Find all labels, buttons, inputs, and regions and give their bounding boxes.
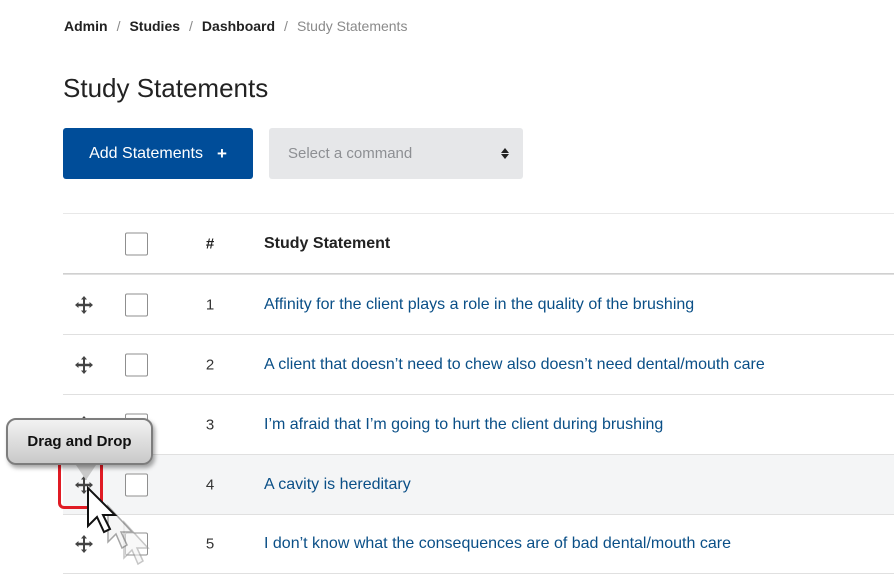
select-all-checkbox[interactable] — [125, 232, 148, 255]
add-statements-button[interactable]: Add Statements + — [63, 128, 253, 179]
table-row: 3 I’m afraid that I’m going to hurt the … — [63, 394, 894, 454]
plus-icon: + — [216, 143, 227, 163]
breadcrumb-admin[interactable]: Admin — [64, 18, 108, 34]
statements-table: # Study Statement 1 Affinity for the cli… — [63, 213, 894, 574]
select-caret-icon — [501, 148, 509, 159]
breadcrumb-studies[interactable]: Studies — [129, 18, 180, 34]
table-row: 1 Affinity for the client plays a role i… — [63, 274, 894, 334]
table-header-row: # Study Statement — [63, 213, 894, 274]
pointer-cursor-icon — [87, 485, 150, 566]
row-checkbox[interactable] — [125, 353, 148, 376]
command-select[interactable]: Select a command — [269, 128, 523, 179]
move-handle-icon[interactable] — [74, 295, 94, 315]
row-number: 3 — [205, 416, 215, 433]
row-checkbox[interactable] — [125, 293, 148, 316]
column-header-number: # — [205, 235, 215, 252]
row-number: 2 — [205, 356, 215, 373]
statement-link[interactable]: A client that doesn’t need to chew also … — [264, 356, 765, 374]
breadcrumb: Admin / Studies / Dashboard / Study Stat… — [64, 18, 407, 34]
breadcrumb-separator: / — [116, 18, 121, 34]
row-number: 5 — [205, 535, 215, 553]
row-number: 4 — [205, 476, 215, 493]
statement-link[interactable]: I’m afraid that I’m going to hurt the cl… — [264, 416, 663, 434]
column-header-statement: Study Statement — [264, 234, 391, 252]
move-handle-icon[interactable] — [74, 355, 94, 375]
row-number: 1 — [205, 296, 215, 313]
breadcrumb-dashboard[interactable]: Dashboard — [202, 18, 275, 34]
statement-link[interactable]: I don’t know what the consequences are o… — [264, 535, 731, 553]
drag-drop-tooltip: Drag and Drop — [6, 418, 153, 465]
command-select-placeholder: Select a command — [288, 145, 413, 162]
add-statements-label: Add Statements — [89, 144, 203, 162]
table-row: 4 A cavity is hereditary — [63, 454, 894, 514]
breadcrumb-separator: / — [284, 18, 288, 34]
statement-link[interactable]: A cavity is hereditary — [264, 476, 411, 494]
table-row: 5 I don’t know what the consequences are… — [63, 514, 894, 574]
statement-link[interactable]: Affinity for the client plays a role in … — [264, 296, 694, 314]
breadcrumb-separator: / — [189, 18, 193, 34]
page-title: Study Statements — [63, 73, 269, 103]
table-row: 2 A client that doesn’t need to chew als… — [63, 334, 894, 394]
breadcrumb-current: Study Statements — [296, 18, 408, 34]
